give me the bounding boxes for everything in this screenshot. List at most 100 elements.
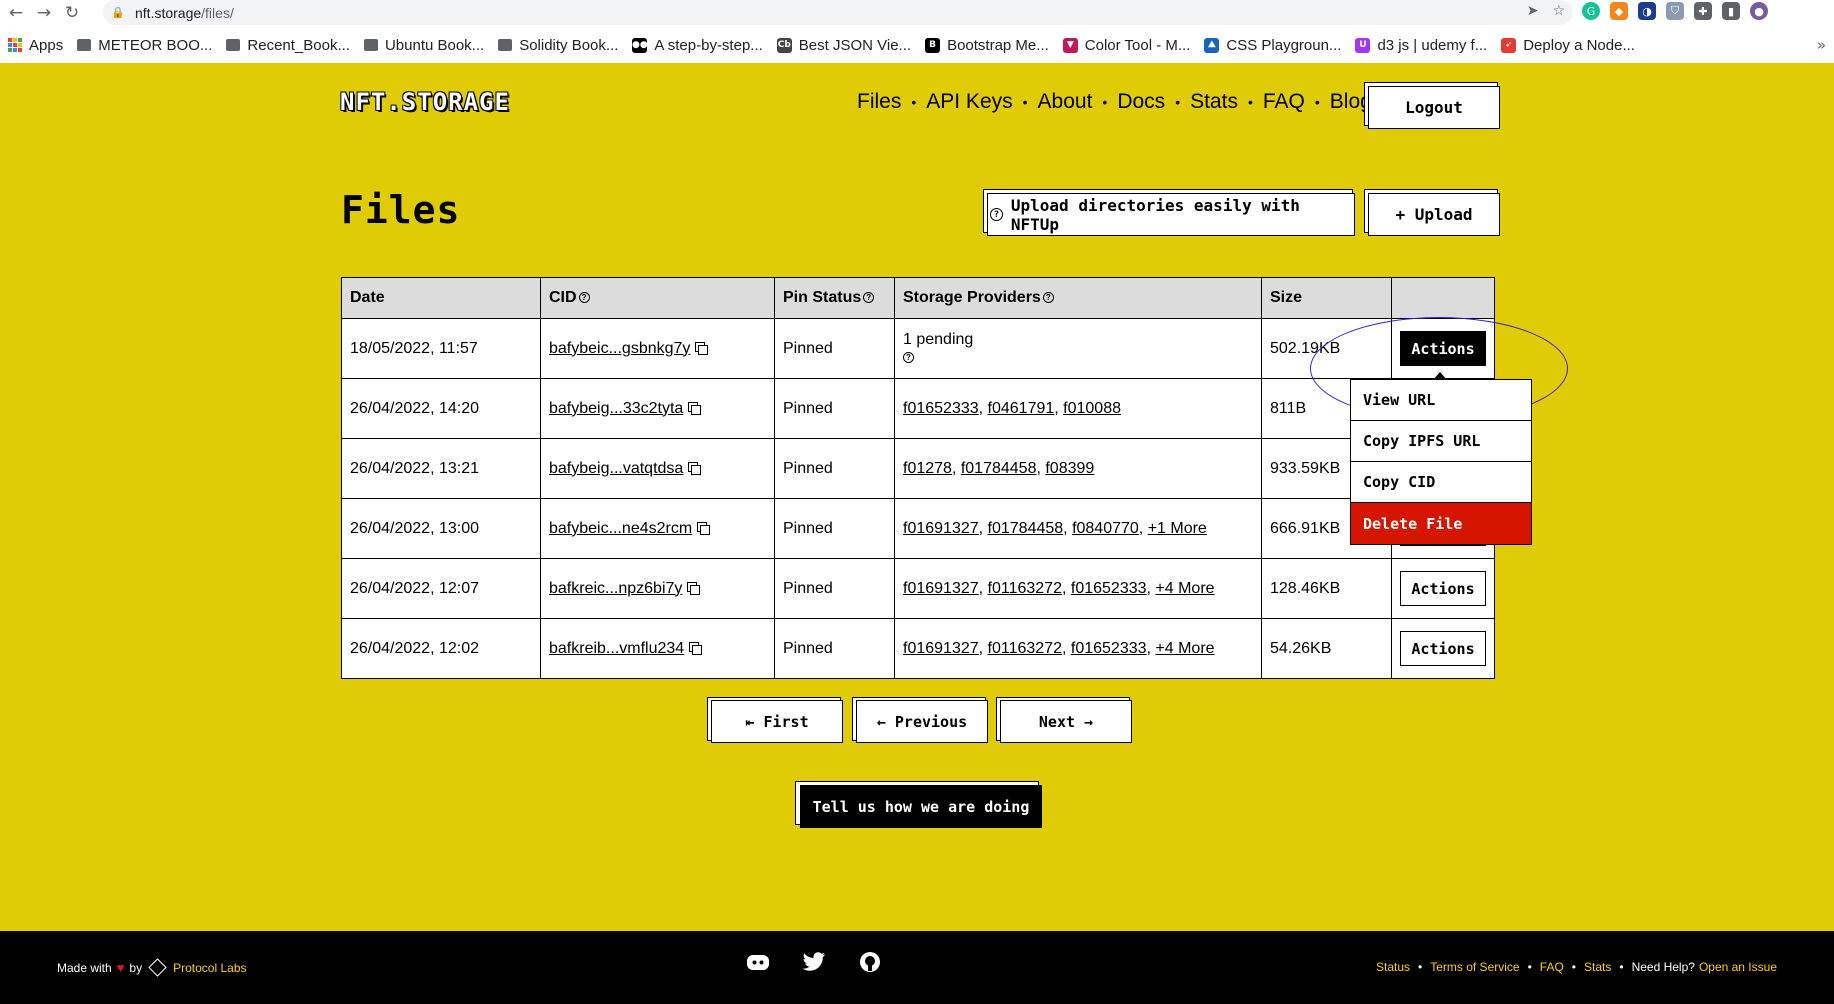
bookmark-item[interactable]: Recent_Book... bbox=[226, 37, 350, 54]
logout-button[interactable]: Logout bbox=[1368, 86, 1500, 129]
url-text[interactable]: nft.storage/files/ bbox=[135, 5, 234, 21]
bookmark-star-icon[interactable]: ☆ bbox=[1552, 3, 1565, 19]
bookmark-item[interactable]: ▼ Color Tool - M... bbox=[1062, 37, 1190, 54]
twitter-icon[interactable] bbox=[802, 950, 826, 974]
cid-link[interactable]: bafybeig...vatqtdsa bbox=[549, 460, 683, 477]
reload-icon[interactable]: ↻ bbox=[60, 1, 84, 25]
bookmark-item[interactable]: Ud3 js | udemy f... bbox=[1355, 37, 1487, 54]
copy-icon[interactable] bbox=[688, 462, 702, 476]
more-bookmarks-icon[interactable]: » bbox=[1817, 36, 1826, 54]
date-cell: 26/04/2022, 12:02 bbox=[341, 618, 541, 679]
previous-button[interactable]: ← Previous bbox=[856, 700, 988, 743]
provider-link[interactable]: f01652333 bbox=[903, 400, 979, 417]
upload-button[interactable]: + Upload bbox=[1368, 193, 1500, 236]
delete-file-item[interactable]: Delete File bbox=[1351, 503, 1531, 544]
cid-link[interactable]: bafybeic...gsbnkg7y bbox=[549, 340, 690, 357]
cid-link[interactable]: bafybeic...ne4s2rcm bbox=[549, 520, 692, 537]
bookmark-item[interactable]: B Bootstrap Me... bbox=[925, 37, 1049, 54]
nftup-button[interactable]: ? Upload directories easily with NFTUp bbox=[987, 193, 1355, 236]
extension-icon[interactable]: ◑ bbox=[1638, 2, 1656, 20]
bookmark-item[interactable]: ⛰ CSS Playgroun... bbox=[1204, 37, 1341, 54]
forward-icon[interactable]: → bbox=[32, 1, 56, 25]
copy-icon[interactable] bbox=[688, 402, 702, 416]
bookmark-item[interactable]: Ubuntu Book... bbox=[363, 37, 484, 54]
github-icon[interactable] bbox=[858, 950, 882, 974]
provider-link[interactable]: f01691327 bbox=[903, 640, 979, 657]
nav-stats[interactable]: Stats bbox=[1190, 90, 1238, 114]
actions-button[interactable]: Actions bbox=[1400, 571, 1486, 606]
avatar[interactable]: ● bbox=[1750, 2, 1768, 20]
cid-cell: bafkreic...npz6bi7y bbox=[540, 558, 775, 619]
footer-terms-link[interactable]: Terms of Service bbox=[1430, 960, 1519, 974]
site-logo[interactable]: NFT.STORAGE bbox=[340, 88, 510, 116]
footer-status-link[interactable]: Status bbox=[1376, 960, 1410, 974]
bookmark-item[interactable]: Apps bbox=[8, 37, 63, 54]
discord-icon[interactable] bbox=[746, 950, 770, 974]
nav-files[interactable]: Files bbox=[857, 90, 901, 114]
help-icon[interactable]: ? bbox=[578, 292, 590, 304]
more-providers-link[interactable]: +1 More bbox=[1148, 520, 1207, 537]
copy-cid-item[interactable]: Copy CID bbox=[1351, 462, 1531, 503]
pin-status-cell: Pinned bbox=[774, 438, 895, 499]
separator: • bbox=[1571, 960, 1576, 974]
feedback-button[interactable]: Tell us how we are doing bbox=[800, 785, 1042, 828]
lock-icon[interactable]: 🔒 bbox=[111, 6, 127, 19]
provider-link[interactable]: f01652333 bbox=[1071, 580, 1147, 597]
open-issue-link[interactable]: Open an Issue bbox=[1699, 960, 1777, 974]
footer-stats-link[interactable]: Stats bbox=[1584, 960, 1611, 974]
more-providers-link[interactable]: +4 More bbox=[1155, 580, 1214, 597]
provider-link[interactable]: f01784458 bbox=[988, 520, 1064, 537]
bookmark-item[interactable]: Cb Best JSON Vie... bbox=[776, 37, 911, 54]
cid-link[interactable]: bafybeig...33c2tyta bbox=[549, 400, 683, 417]
copy-icon[interactable] bbox=[695, 342, 709, 356]
back-icon[interactable]: ← bbox=[4, 1, 28, 25]
help-icon[interactable]: ? bbox=[903, 351, 914, 363]
sidepanel-icon[interactable]: ▮ bbox=[1722, 2, 1740, 20]
view-url-item[interactable]: View URL bbox=[1351, 380, 1531, 421]
provider-link[interactable]: f010088 bbox=[1063, 400, 1121, 417]
bookmark-item[interactable]: ●● A step-by-step... bbox=[632, 37, 763, 54]
cid-link[interactable]: bafkreic...npz6bi7y bbox=[549, 580, 682, 597]
provider-link[interactable]: f01784458 bbox=[961, 460, 1037, 477]
provider-link[interactable]: f01163272 bbox=[988, 640, 1062, 657]
shield-icon[interactable]: ⛉ bbox=[1666, 2, 1684, 20]
puzzle-icon[interactable]: ✚ bbox=[1694, 2, 1712, 20]
help-icon[interactable]: ? bbox=[863, 292, 875, 304]
provider-link[interactable]: f01691327 bbox=[903, 580, 979, 597]
send-icon[interactable]: ➤ bbox=[1527, 3, 1539, 19]
nav-faq[interactable]: FAQ bbox=[1263, 90, 1305, 114]
nav-docs[interactable]: Docs bbox=[1117, 90, 1165, 114]
provider-link[interactable]: f01691327 bbox=[903, 520, 979, 537]
comma: , bbox=[1061, 639, 1071, 657]
col-actions bbox=[1391, 277, 1495, 319]
actions-button[interactable]: Actions bbox=[1400, 631, 1486, 666]
grammarly-icon[interactable]: G bbox=[1582, 2, 1600, 20]
footer-faq-link[interactable]: FAQ bbox=[1540, 960, 1564, 974]
metamask-icon[interactable]: ◆ bbox=[1610, 2, 1628, 20]
bookmark-item[interactable]: Solidity Book... bbox=[498, 37, 618, 54]
first-button[interactable]: ⇤ First bbox=[711, 700, 843, 743]
bookmark-item[interactable]: METEOR BOO... bbox=[77, 37, 212, 54]
help-icon[interactable]: ? bbox=[1042, 292, 1054, 304]
bookmark-item[interactable]: ➶ Deploy a Node... bbox=[1501, 37, 1635, 54]
copy-icon[interactable] bbox=[697, 522, 711, 536]
more-providers-link[interactable]: +4 More bbox=[1155, 640, 1214, 657]
nav-about[interactable]: About bbox=[1038, 90, 1093, 114]
provider-link[interactable]: f01278 bbox=[903, 460, 952, 477]
copy-icon[interactable] bbox=[689, 642, 703, 656]
pin-status-cell: Pinned bbox=[774, 318, 895, 379]
nav-api-keys[interactable]: API Keys bbox=[926, 90, 1012, 114]
provider-link[interactable]: f0840770 bbox=[1072, 520, 1139, 537]
copy-ipfs-url-item[interactable]: Copy IPFS URL bbox=[1351, 421, 1531, 462]
provider-link[interactable]: f01163272 bbox=[988, 580, 1062, 597]
protocol-labs-link[interactable]: Protocol Labs bbox=[173, 961, 246, 975]
address-bar[interactable]: 🔒 nft.storage/files/ ➤ ☆ bbox=[103, 0, 1573, 25]
provider-link[interactable]: f0461791 bbox=[988, 400, 1055, 417]
cid-link[interactable]: bafkreib...vmflu234 bbox=[549, 640, 684, 657]
pin-status-cell: Pinned bbox=[774, 618, 895, 679]
next-button[interactable]: Next → bbox=[1000, 700, 1132, 743]
actions-button[interactable]: Actions bbox=[1400, 331, 1486, 366]
provider-link[interactable]: f08399 bbox=[1045, 460, 1094, 477]
copy-icon[interactable] bbox=[687, 582, 701, 596]
provider-link[interactable]: f01652333 bbox=[1071, 640, 1147, 657]
